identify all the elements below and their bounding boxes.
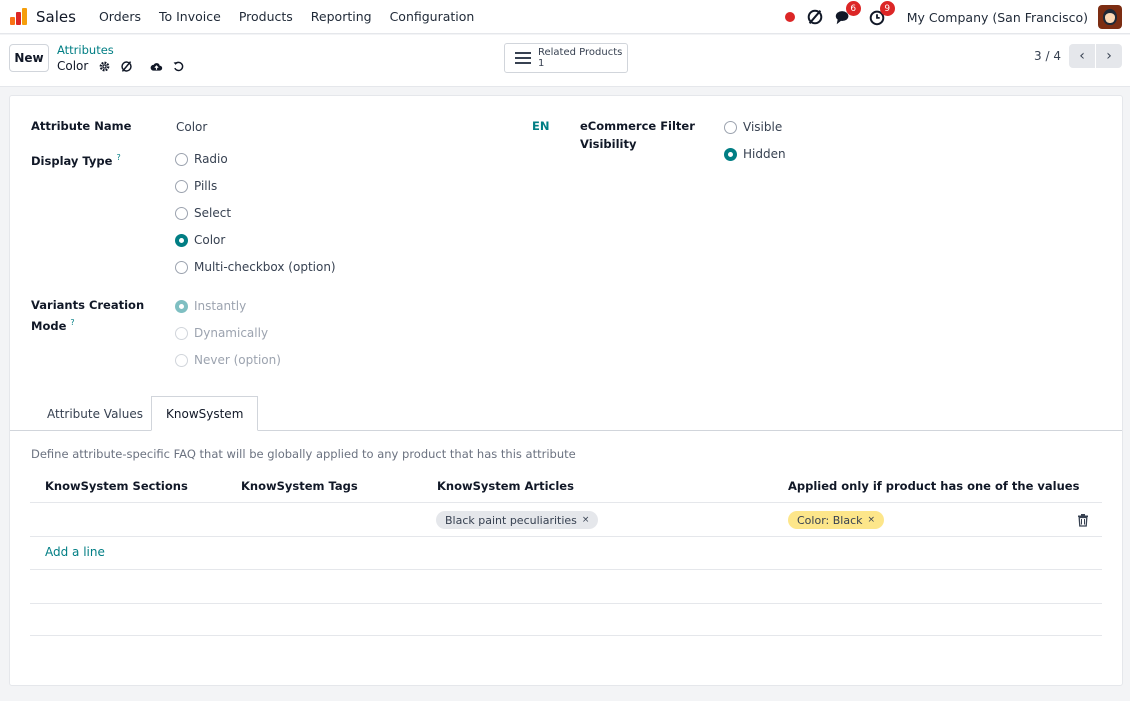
attribute-name-field[interactable]: Color [176, 120, 207, 134]
recording-dot-icon[interactable] [784, 12, 795, 22]
variants-mode-never: Never (option) [175, 352, 281, 368]
activities-badge: 9 [879, 1, 895, 16]
related-products-count: 1 [538, 58, 545, 69]
ecommerce-filter-visibility-label: eCommerce Filter Visibility [580, 119, 695, 151]
attribute-name-label: Attribute Name [31, 119, 132, 133]
display-type-radio[interactable]: Radio [175, 151, 228, 167]
row-divider [30, 635, 1102, 636]
systray: 6 9 My Company (San Francisco) [784, 0, 1122, 34]
article-tag[interactable]: Black paint peculiarities × [436, 511, 599, 529]
display-type-label: Display Type ? [31, 153, 121, 168]
chat-icon[interactable]: 6 [833, 1, 861, 27]
tab-knowsystem[interactable]: KnowSystem [151, 396, 259, 431]
row-divider [30, 569, 1102, 570]
menu-configuration[interactable]: Configuration [381, 9, 484, 24]
column-knowsystem-sections[interactable]: KnowSystem Sections [45, 479, 188, 493]
tab-attribute-values[interactable]: Attribute Values [32, 396, 158, 431]
remove-tag-icon[interactable]: × [868, 515, 876, 525]
ecommerce-visibility-visible[interactable]: Visible [724, 119, 782, 135]
display-type-color[interactable]: Color [175, 232, 225, 248]
company-switcher[interactable]: My Company (San Francisco) [907, 10, 1088, 25]
discard-icon[interactable] [170, 58, 186, 74]
menu-reporting[interactable]: Reporting [302, 9, 381, 24]
control-panel: New Attributes Color Related Products 1 … [0, 35, 1130, 87]
new-button[interactable]: New [9, 44, 49, 72]
messages-badge: 6 [845, 1, 861, 16]
breadcrumb-attributes[interactable]: Attributes [57, 43, 114, 57]
list-icon [515, 49, 531, 67]
menu-products[interactable]: Products [230, 9, 302, 24]
record-name: Color [57, 59, 89, 73]
language-button[interactable]: EN [532, 119, 549, 133]
knowsystem-description: Define attribute-specific FAQ that will … [31, 447, 576, 461]
remove-tag-icon[interactable]: × [582, 515, 590, 525]
clock-icon[interactable]: 9 [867, 1, 895, 27]
cloud-upload-icon[interactable] [148, 58, 164, 74]
variants-mode-dynamically: Dynamically [175, 325, 268, 341]
main-menu: Orders To Invoice Products Reporting Con… [90, 9, 483, 24]
display-type-help[interactable]: ? [116, 153, 120, 162]
voip-record-icon[interactable] [118, 58, 134, 74]
related-products-button[interactable]: Related Products 1 [504, 43, 628, 73]
app-name[interactable]: Sales [36, 8, 76, 26]
sales-app-logo[interactable] [8, 6, 30, 28]
variants-mode-help[interactable]: ? [70, 318, 74, 327]
top-navbar: Sales Orders To Invoice Products Reporti… [0, 0, 1130, 34]
value-tag[interactable]: Color: Black × [788, 511, 885, 529]
column-knowsystem-tags[interactable]: KnowSystem Tags [241, 479, 358, 493]
menu-to-invoice[interactable]: To Invoice [150, 9, 230, 24]
row-divider [30, 536, 1102, 537]
menu-orders[interactable]: Orders [90, 9, 150, 24]
variants-mode-instantly: Instantly [175, 298, 246, 314]
variants-creation-mode-label: Variants Creation Mode ? [31, 298, 145, 333]
table-header-divider [30, 502, 1102, 503]
pager-value[interactable]: 3 / 4 [1034, 49, 1061, 63]
trash-icon[interactable] [1076, 513, 1090, 527]
display-type-select[interactable]: Select [175, 205, 231, 221]
column-applied-values[interactable]: Applied only if product has one of the v… [788, 479, 1079, 493]
form-sheet: Attribute Name Color EN Display Type ? R… [9, 95, 1123, 686]
pager-previous-button[interactable]: ‹ [1069, 44, 1095, 68]
related-products-label: Related Products [538, 47, 623, 58]
record-title-line: Color [57, 58, 192, 74]
row-divider [30, 603, 1102, 604]
display-type-multi-checkbox[interactable]: Multi-checkbox (option) [175, 259, 336, 275]
voip-icon[interactable] [805, 7, 825, 27]
pager: 3 / 4 ‹ › [1034, 44, 1122, 68]
gear-icon[interactable] [96, 58, 112, 74]
display-type-pills[interactable]: Pills [175, 178, 217, 194]
user-avatar[interactable] [1098, 5, 1122, 29]
pager-next-button[interactable]: › [1096, 44, 1122, 68]
add-line-link[interactable]: Add a line [45, 545, 105, 559]
ecommerce-visibility-hidden[interactable]: Hidden [724, 146, 786, 162]
column-knowsystem-articles[interactable]: KnowSystem Articles [437, 479, 574, 493]
